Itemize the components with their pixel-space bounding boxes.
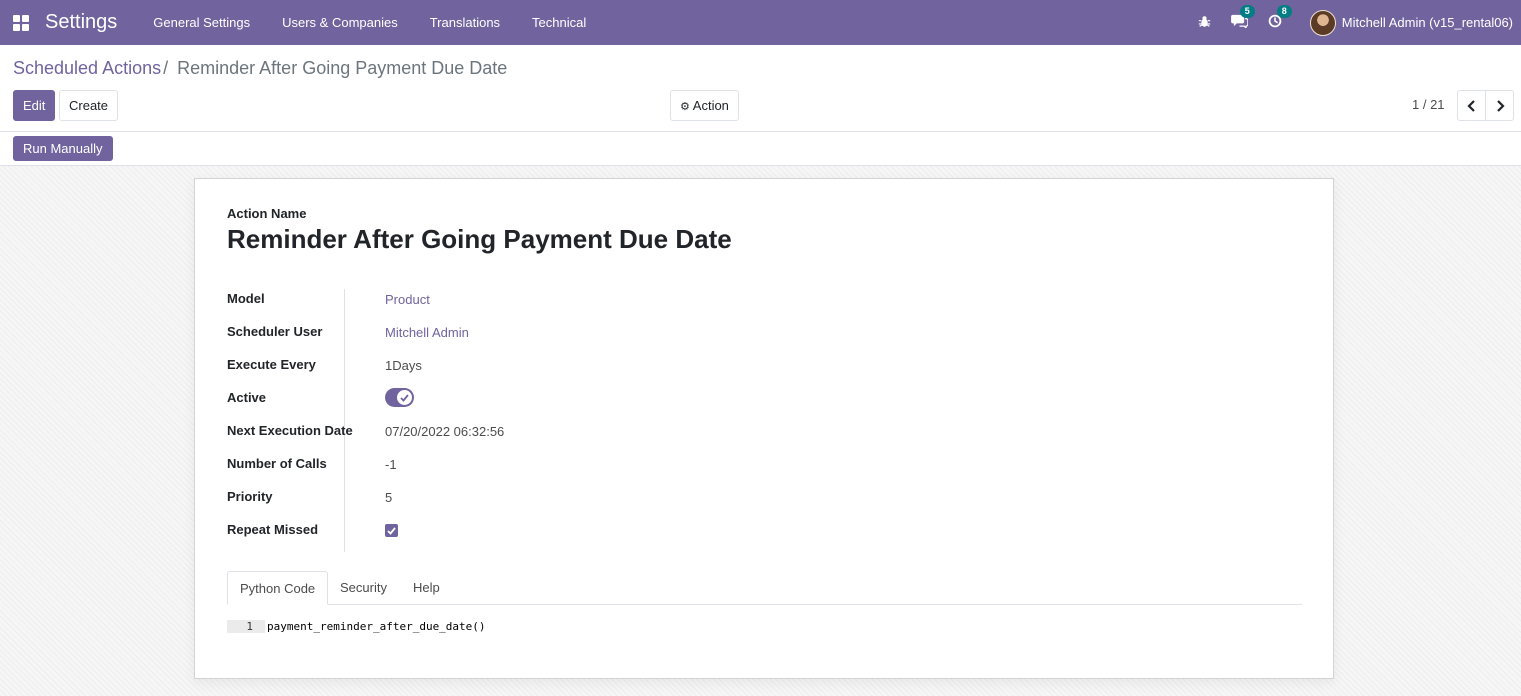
- active-toggle[interactable]: [385, 388, 414, 407]
- field-row-execute-every: Execute Every 1Days: [227, 349, 827, 382]
- action-button-label: Action: [692, 98, 729, 113]
- priority-label: Priority: [227, 489, 273, 504]
- field-row-model: Model Product: [227, 283, 827, 316]
- execute-every-label: Execute Every: [227, 357, 316, 372]
- action-name-field[interactable]: Reminder After Going Payment Due Date: [227, 224, 732, 255]
- activities-clock-icon[interactable]: 8: [1268, 5, 1292, 31]
- form-background: Action Name Reminder After Going Payment…: [0, 166, 1521, 696]
- code-line-number: 1: [227, 620, 265, 633]
- scheduler-user-label: Scheduler User: [227, 324, 323, 339]
- control-panel: Scheduled Actions / Reminder After Going …: [0, 45, 1521, 132]
- menu-technical[interactable]: Technical: [516, 15, 602, 30]
- breadcrumb-scheduled-actions[interactable]: Scheduled Actions: [13, 58, 161, 78]
- field-row-priority: Priority 5: [227, 481, 827, 514]
- field-row-number-of-calls: Number of Calls -1: [227, 448, 827, 481]
- code-line[interactable]: payment_reminder_after_due_date(): [265, 620, 486, 633]
- repeat-missed-checkbox[interactable]: [385, 524, 398, 537]
- breadcrumb-current: Reminder After Going Payment Due Date: [177, 58, 508, 78]
- gear-icon: ⚙: [680, 101, 690, 113]
- pager-next-button[interactable]: [1485, 90, 1514, 121]
- pager-value[interactable]: 1 / 21: [1412, 97, 1445, 112]
- check-icon: [387, 526, 396, 535]
- user-menu-name[interactable]: Mitchell Admin (v15_rental06): [1342, 15, 1513, 30]
- breadcrumb: Scheduled Actions / Reminder After Going …: [13, 58, 507, 79]
- menu-general-settings[interactable]: General Settings: [137, 15, 266, 30]
- app-name[interactable]: Settings: [45, 11, 117, 34]
- form-statusbar: Run Manually: [0, 132, 1521, 166]
- activities-count-badge: 8: [1276, 5, 1292, 18]
- tab-security[interactable]: Security: [328, 571, 399, 605]
- number-of-calls-label: Number of Calls: [227, 456, 327, 471]
- create-button[interactable]: Create: [59, 90, 119, 121]
- next-execution-date-value: 07/20/2022 06:32:56: [385, 424, 505, 439]
- edit-button[interactable]: Edit: [13, 90, 56, 121]
- tab-help[interactable]: Help: [401, 571, 452, 605]
- toggle-knob: [397, 390, 412, 405]
- user-avatar[interactable]: [1309, 9, 1336, 36]
- python-code-editor[interactable]: 1 payment_reminder_after_due_date(): [227, 620, 486, 633]
- top-navbar: Settings General Settings Users & Compan…: [0, 0, 1521, 45]
- repeat-missed-label: Repeat Missed: [227, 522, 319, 537]
- chevron-right-icon: [1496, 99, 1505, 112]
- tab-python-code[interactable]: Python Code: [227, 571, 329, 605]
- model-label: Model: [227, 291, 265, 306]
- menu-users-companies[interactable]: Users & Companies: [266, 15, 414, 30]
- messages-count-badge: 5: [1239, 5, 1255, 18]
- number-of-calls-value: -1: [385, 457, 397, 472]
- debug-bug-icon[interactable]: [1198, 15, 1211, 31]
- notebook-tabs: Python Code Security Help: [227, 571, 1302, 605]
- menu-translations[interactable]: Translations: [414, 15, 516, 30]
- messages-icon[interactable]: 5: [1230, 5, 1255, 31]
- action-dropdown-button[interactable]: ⚙ Action: [670, 90, 739, 121]
- run-manually-button[interactable]: Run Manually: [13, 136, 113, 161]
- chevron-left-icon: [1466, 99, 1475, 112]
- field-row-repeat-missed: Repeat Missed: [227, 514, 827, 547]
- next-execution-date-label: Next Execution Date: [227, 423, 353, 438]
- form-sheet: Action Name Reminder After Going Payment…: [194, 178, 1334, 679]
- field-row-next-execution-date: Next Execution Date 07/20/2022 06:32:56: [227, 415, 827, 448]
- scheduler-user-link[interactable]: Mitchell Admin: [385, 325, 469, 340]
- field-row-scheduler-user: Scheduler User Mitchell Admin: [227, 316, 827, 349]
- priority-value: 5: [385, 490, 393, 505]
- breadcrumb-separator: /: [163, 58, 169, 78]
- field-row-active: Active: [227, 382, 827, 415]
- check-icon: [400, 393, 409, 402]
- apps-menu-icon[interactable]: [13, 14, 29, 31]
- active-label: Active: [227, 390, 267, 405]
- execute-every-value: 1Days: [385, 358, 422, 373]
- action-name-label: Action Name: [227, 206, 307, 221]
- pager-previous-button[interactable]: [1457, 90, 1486, 121]
- model-link[interactable]: Product: [385, 292, 430, 307]
